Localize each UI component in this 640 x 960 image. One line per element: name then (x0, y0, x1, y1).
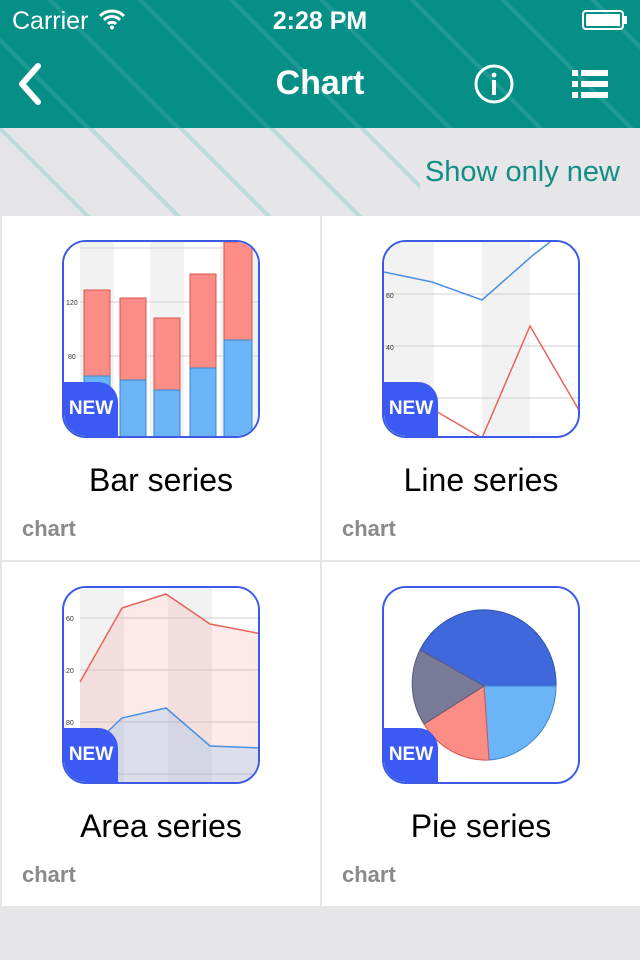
svg-text:80: 80 (66, 720, 74, 727)
new-badge: NEW (64, 382, 118, 436)
filter-pattern (0, 128, 420, 216)
card-bar-series[interactable]: 120 80 NEW Bar series chart (2, 216, 320, 560)
area-series-thumbnail: 60 20 80 NEW (62, 586, 260, 784)
status-bar: Carrier 2:28 PM (0, 0, 640, 40)
info-icon[interactable] (472, 62, 516, 106)
header: Carrier 2:28 PM Chart (0, 0, 640, 128)
card-tag: chart (342, 516, 396, 541)
show-only-new-button[interactable]: Show only new (425, 156, 620, 189)
pie-series-thumbnail: NEW (382, 586, 580, 784)
card-tag: chart (22, 516, 76, 541)
nav-bar: Chart (0, 40, 640, 128)
bar-series-thumbnail: 120 80 NEW (62, 240, 260, 438)
svg-text:120: 120 (66, 300, 78, 307)
card-title: Line series (403, 462, 559, 498)
svg-text:40: 40 (386, 345, 394, 352)
card-title: Bar series (88, 462, 234, 498)
card-tag: chart (342, 862, 396, 887)
card-tag: chart (22, 862, 76, 887)
new-badge: NEW (384, 382, 438, 436)
svg-text:60: 60 (66, 616, 74, 623)
svg-text:60: 60 (386, 293, 394, 300)
clock: 2:28 PM (272, 7, 368, 35)
card-area-series[interactable]: 60 20 80 NEW Area series chart (2, 562, 320, 906)
new-badge: NEW (64, 728, 118, 782)
list-icon[interactable] (570, 66, 610, 102)
card-title: Pie series (410, 808, 552, 844)
page-title: Chart (275, 64, 365, 102)
filter-bar: Show only new (0, 128, 640, 216)
card-title: Area series (80, 808, 242, 844)
new-badge: NEW (384, 728, 438, 782)
line-series-thumbnail: 60 40 NEW (382, 240, 580, 438)
svg-text:20: 20 (66, 668, 74, 675)
card-pie-series[interactable]: NEW Pie series chart (322, 562, 640, 906)
svg-text:80: 80 (68, 354, 76, 361)
battery-icon (582, 10, 627, 30)
card-line-series[interactable]: 60 40 NEW Line series chart (322, 216, 640, 560)
